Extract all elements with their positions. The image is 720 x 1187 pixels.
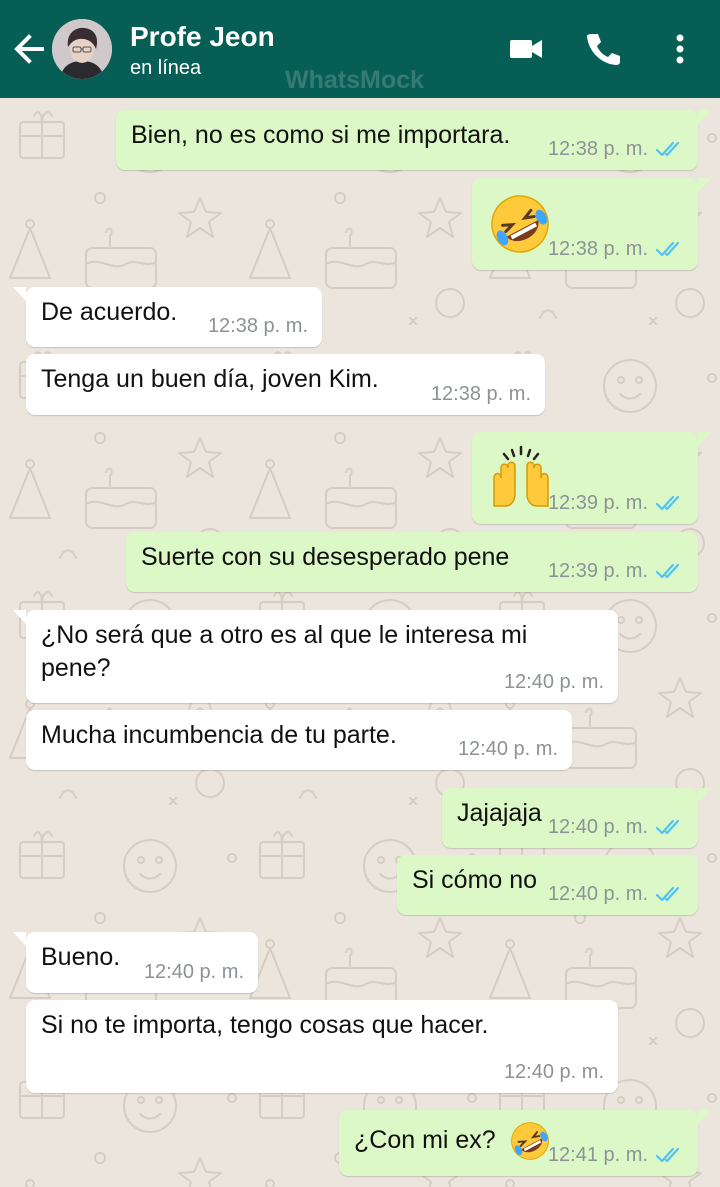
- watermark-text: WhatsMock: [285, 66, 424, 94]
- more-options-icon[interactable]: [670, 28, 690, 70]
- message-time: 12:40 p. m.: [503, 671, 604, 693]
- message-time: 12:38 p. m.: [430, 383, 531, 405]
- contact-status: en línea: [130, 57, 202, 79]
- message-text: Si no te importa, tengo cosas que hacer.: [41, 1011, 489, 1039]
- message-meta: 12:40 p. m.: [458, 737, 558, 761]
- message-meta: 12:40 p. m.: [144, 960, 244, 984]
- double-check-read-icon: [656, 1146, 684, 1164]
- message-time: 12:40 p. m.: [457, 738, 558, 760]
- bubble-tail: [698, 110, 711, 124]
- message-time: 12:38 p. m.: [547, 138, 648, 160]
- message-time: 12:40 p. m.: [143, 961, 244, 983]
- message-time: 12:40 p. m.: [547, 883, 648, 905]
- message-text: Suerte con su desesperado pene: [141, 543, 510, 571]
- message-bubble-incoming[interactable]: Tenga un buen día, joven Kim. 12:38 p. m…: [26, 354, 545, 415]
- message-text: Jajajaja: [457, 799, 542, 827]
- message-meta: 12:38 p. m.: [431, 382, 531, 406]
- message-meta: 12:40 p. m.: [504, 1060, 604, 1084]
- message-list[interactable]: Bien, no es como si me importara. 12:38 …: [0, 98, 720, 1187]
- message-meta: 12:40 p. m.: [504, 670, 604, 694]
- message-bubble-outgoing[interactable]: Bien, no es como si me importara. 12:38 …: [116, 110, 711, 170]
- message-text: Mucha incumbencia de tu parte.: [41, 721, 397, 749]
- message-time: 12:41 p. m.: [547, 1144, 648, 1166]
- message-bubble-incoming[interactable]: ¿No será que a otro es al que le interes…: [13, 610, 618, 703]
- message-time: 12:40 p. m.: [503, 1061, 604, 1083]
- message-time: 12:40 p. m.: [547, 816, 648, 838]
- bubble-tail: [698, 432, 711, 446]
- message-bubble-incoming[interactable]: De acuerdo. 12:38 p. m.: [13, 287, 322, 347]
- message-bubble-outgoing[interactable]: 12:38 p. m.: [472, 178, 711, 270]
- bubble-tail: [13, 287, 26, 301]
- double-check-read-icon: [656, 240, 684, 258]
- message-meta: 12:40 p. m.: [548, 815, 684, 839]
- message-text: Bueno.: [41, 943, 121, 971]
- message-meta: 12:39 p. m.: [548, 491, 684, 515]
- avatar[interactable]: [52, 19, 112, 79]
- message-bubble-outgoing[interactable]: ¿Con mi ex? 12:41 p. m.: [339, 1110, 711, 1176]
- bubble-tail: [13, 932, 26, 946]
- message-bubble-outgoing[interactable]: Jajajaja 12:40 p. m.: [442, 788, 711, 848]
- message-bubble-outgoing[interactable]: 12:39 p. m.: [472, 432, 711, 524]
- video-call-icon[interactable]: [508, 28, 544, 70]
- message-text: De acuerdo.: [41, 298, 178, 326]
- message-meta: 12:40 p. m.: [548, 882, 684, 906]
- message-meta: 12:39 p. m.: [548, 559, 684, 583]
- message-text: Si cómo no: [412, 866, 538, 894]
- double-check-read-icon: [656, 562, 684, 580]
- message-bubble-outgoing[interactable]: Si cómo no 12:40 p. m.: [397, 855, 698, 915]
- rolling-on-floor-laughing-emoji: [488, 192, 552, 256]
- message-time: 12:38 p. m.: [207, 315, 308, 337]
- message-bubble-outgoing[interactable]: Suerte con su desesperado pene 12:39 p. …: [126, 532, 698, 592]
- message-bubble-incoming[interactable]: Mucha incumbencia de tu parte. 12:40 p. …: [26, 710, 572, 770]
- bubble-tail: [13, 610, 26, 624]
- message-time: 12:38 p. m.: [547, 238, 648, 260]
- message-text: ¿Con mi ex?: [354, 1126, 496, 1154]
- back-arrow-icon[interactable]: [12, 30, 46, 68]
- message-meta: 12:41 p. m.: [548, 1143, 684, 1167]
- bubble-tail: [698, 788, 711, 802]
- message-text: Bien, no es como si me importara.: [131, 121, 511, 149]
- chat-header: Profe Jeon en línea WhatsMock: [0, 0, 720, 98]
- bubble-tail: [698, 178, 711, 192]
- raising-hands-emoji: [488, 444, 554, 510]
- double-check-read-icon: [656, 494, 684, 512]
- phone-call-icon[interactable]: [584, 28, 622, 70]
- double-check-read-icon: [656, 140, 684, 158]
- message-time: 12:39 p. m.: [547, 492, 648, 514]
- message-bubble-incoming[interactable]: Bueno. 12:40 p. m.: [13, 932, 258, 993]
- message-meta: 12:38 p. m.: [548, 237, 684, 261]
- bubble-tail: [698, 1110, 711, 1124]
- message-text: Tenga un buen día, joven Kim.: [41, 365, 379, 393]
- rolling-on-floor-laughing-emoji: [509, 1120, 551, 1162]
- message-time: 12:39 p. m.: [547, 560, 648, 582]
- message-meta: 12:38 p. m.: [208, 314, 308, 338]
- message-meta: 12:38 p. m.: [548, 137, 684, 161]
- double-check-read-icon: [656, 885, 684, 903]
- contact-name[interactable]: Profe Jeon: [130, 20, 275, 54]
- message-bubble-incoming[interactable]: Si no te importa, tengo cosas que hacer.…: [26, 1000, 618, 1093]
- double-check-read-icon: [656, 818, 684, 836]
